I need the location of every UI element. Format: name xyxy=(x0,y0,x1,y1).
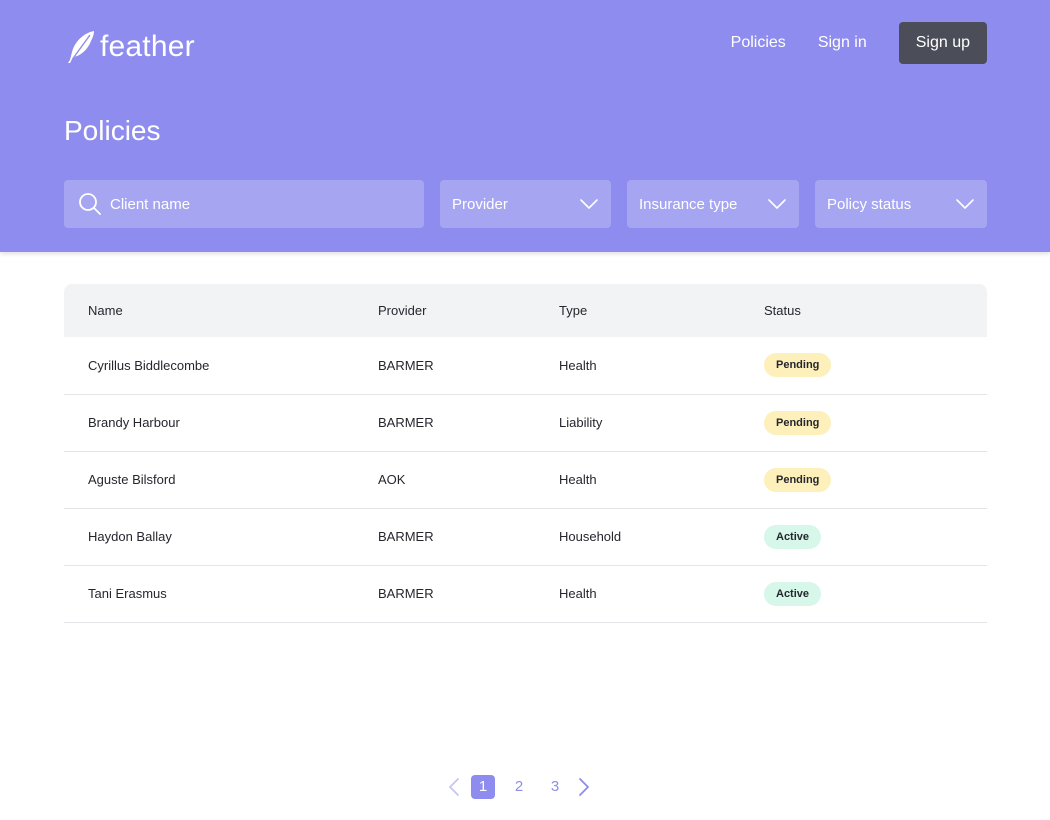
status-badge: Active xyxy=(764,581,822,606)
chevron-right-icon xyxy=(579,778,589,796)
client-name-cell: Aguste Bilsford xyxy=(64,451,378,509)
client-search[interactable] xyxy=(64,180,424,228)
policies-table: Name Provider Type Status Cyrillus Biddl… xyxy=(64,284,987,623)
type-cell: Health xyxy=(559,451,764,509)
chevron-left-icon xyxy=(449,778,459,796)
chevron-down-icon xyxy=(956,199,974,209)
previous-page-button[interactable] xyxy=(443,775,465,799)
provider-select-label: Provider xyxy=(452,195,508,213)
logo[interactable]: feather xyxy=(66,30,195,64)
type-cell: Health xyxy=(559,337,764,395)
column-header-type[interactable]: Type xyxy=(559,284,764,337)
table-row[interactable]: Tani Erasmus BARMER Health Active xyxy=(64,565,987,623)
insurance-type-select[interactable]: Insurance type xyxy=(627,180,799,228)
column-header-name[interactable]: Name xyxy=(64,284,378,337)
pagination: 1 2 3 xyxy=(443,775,595,799)
provider-select[interactable]: Provider xyxy=(440,180,611,228)
feather-icon xyxy=(68,31,94,63)
column-header-provider[interactable]: Provider xyxy=(378,284,559,337)
insurance-type-select-label: Insurance type xyxy=(639,195,738,213)
table-header-row: Name Provider Type Status xyxy=(64,284,987,337)
top-nav: Policies Sign in Sign up xyxy=(731,22,987,64)
table-row[interactable]: Aguste Bilsford AOK Health Pending xyxy=(64,451,987,509)
provider-cell: BARMER xyxy=(378,508,559,566)
column-header-status[interactable]: Status xyxy=(764,284,987,337)
provider-cell: BARMER xyxy=(378,565,559,623)
client-name-cell: Tani Erasmus xyxy=(64,565,378,623)
table-row[interactable]: Brandy Harbour BARMER Liability Pending xyxy=(64,394,987,452)
nav-sign-in-link[interactable]: Sign in xyxy=(818,34,867,52)
type-cell: Health xyxy=(559,565,764,623)
policy-status-select-label: Policy status xyxy=(827,195,912,213)
header: feather Policies Sign in Sign up Policie… xyxy=(0,0,1050,252)
provider-cell: BARMER xyxy=(378,337,559,395)
chevron-down-icon xyxy=(580,199,598,209)
type-cell: Liability xyxy=(559,394,764,452)
provider-cell: AOK xyxy=(378,451,559,509)
status-badge: Pending xyxy=(764,410,832,435)
table-row[interactable]: Haydon Ballay BARMER Household Active xyxy=(64,508,987,566)
next-page-button[interactable] xyxy=(573,775,595,799)
status-badge: Pending xyxy=(764,467,832,492)
page-button-2[interactable]: 2 xyxy=(507,775,531,799)
filter-bar: Provider Insurance type Policy status xyxy=(64,180,987,228)
search-icon xyxy=(79,193,101,215)
chevron-down-icon xyxy=(768,199,786,209)
client-name-input[interactable] xyxy=(110,195,410,213)
provider-cell: BARMER xyxy=(378,394,559,452)
page-button-3[interactable]: 3 xyxy=(543,775,567,799)
policy-status-select[interactable]: Policy status xyxy=(815,180,987,228)
status-badge: Pending xyxy=(764,353,832,378)
client-name-cell: Haydon Ballay xyxy=(64,508,378,566)
brand-name: feather xyxy=(100,30,195,63)
type-cell: Household xyxy=(559,508,764,566)
page-title: Policies xyxy=(64,115,161,146)
table-row[interactable]: Cyrillus Biddlecombe BARMER Health Pendi… xyxy=(64,337,987,395)
sign-up-button[interactable]: Sign up xyxy=(898,22,987,64)
nav-policies-link[interactable]: Policies xyxy=(731,34,786,52)
page-button-1[interactable]: 1 xyxy=(471,775,495,799)
client-name-cell: Cyrillus Biddlecombe xyxy=(64,337,378,395)
client-name-cell: Brandy Harbour xyxy=(64,394,378,452)
status-badge: Active xyxy=(764,524,822,549)
